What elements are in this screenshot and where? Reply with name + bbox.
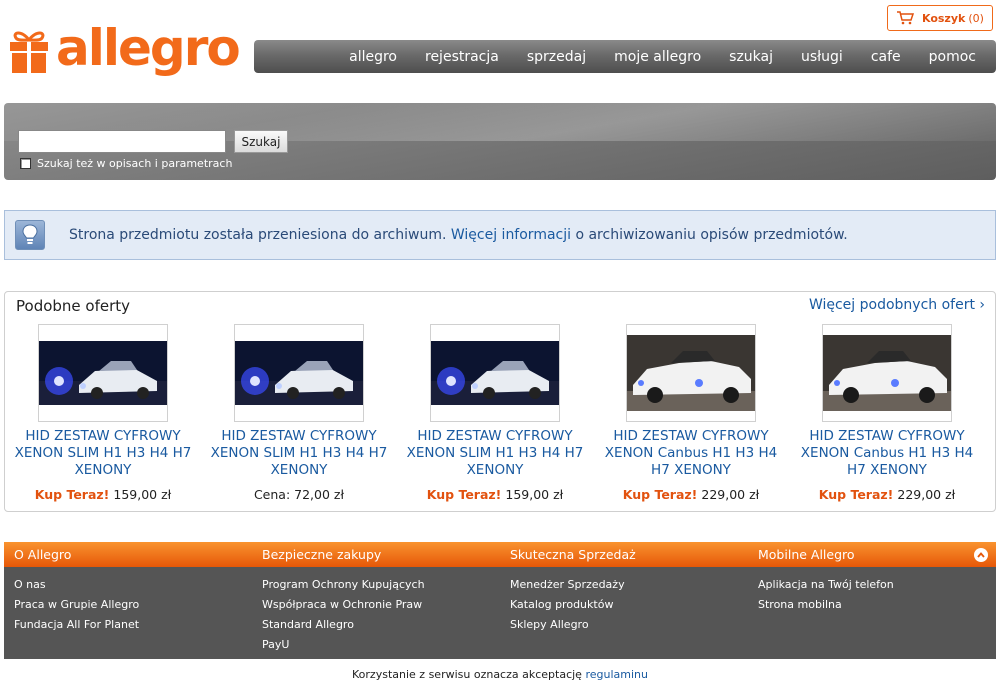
footer-column-skuteczna-sprzedaz: Menedżer Sprzedaży Katalog produktów Skl… [500,575,748,655]
cart-count: (0) [968,11,984,25]
search-bar: Szukaj Szukaj też w opisach i parametrac… [4,103,996,180]
offer-price: Kup Teraz! 159,00 zł [426,487,564,502]
nav-item-pomoc[interactable]: pomoc [929,49,976,65]
gift-icon [10,31,48,73]
search-input[interactable] [18,130,226,153]
collapse-footer-icon[interactable] [974,548,988,562]
offer-price: Kup Teraz! 229,00 zł [818,487,956,502]
archive-notice: Strona przedmiotu została przeniesiona d… [4,210,996,260]
search-button[interactable]: Szukaj [234,130,288,153]
footer-link[interactable]: Współpraca w Ochronie Praw [262,595,500,615]
search-descriptions-checkbox[interactable] [20,158,31,169]
more-info-link[interactable]: Więcej informacji [451,227,571,243]
offer-thumbnail[interactable] [234,324,364,422]
nav-item-cafe[interactable]: cafe [871,49,901,65]
offer-thumbnail[interactable] [38,324,168,422]
offer-title-link[interactable]: HID ZESTAW CYFROWY XENON SLIM H1 H3 H4 H… [209,428,389,479]
nav-item-uslugi[interactable]: usługi [801,49,843,65]
footer-column-mobilne-allegro: Aplikacja na Twój telefon Strona mobilna [748,575,996,655]
offer-title-link[interactable]: HID ZESTAW CYFROWY XENON Canbus H1 H3 H4… [797,428,977,479]
footer-link[interactable]: Fundacja All For Planet [14,615,252,635]
offer-thumbnail[interactable] [626,324,756,422]
logo[interactable]: allegro [8,23,241,74]
nav-item-moje-allegro[interactable]: moje allegro [614,49,701,65]
offer-item: HID ZESTAW CYFROWY XENON SLIM H1 H3 H4 H… [5,324,201,502]
footer-heading: Skuteczna Sprzedaż [510,547,636,562]
offer-item: HID ZESTAW CYFROWY XENON Canbus H1 H3 H4… [593,324,789,502]
more-similar-offers-link[interactable]: Więcej podobnych ofert › [809,297,985,313]
nav-item-rejestracja[interactable]: rejestracja [425,49,499,65]
footer-heading: Bezpieczne zakupy [262,547,382,562]
footer-column-o-allegro: O nas Praca w Grupie Allegro Fundacja Al… [4,575,252,655]
similar-offers: Podobne oferty Więcej podobnych ofert › … [4,291,996,512]
offer-price: Kup Teraz! 159,00 zł [34,487,172,502]
offer-item: HID ZESTAW CYFROWY XENON Canbus H1 H3 H4… [789,324,985,502]
offer-title-link[interactable]: HID ZESTAW CYFROWY XENON SLIM H1 H3 H4 H… [13,428,193,479]
header: Koszyk (0) allegro allegro rejestracja s… [0,0,1000,100]
nav-item-sprzedaj[interactable]: sprzedaj [527,49,586,65]
logo-text: allegro [56,19,241,77]
footer-link[interactable]: Aplikacja na Twój telefon [758,575,996,595]
terms-link[interactable]: regulaminu [585,668,648,681]
footer-link[interactable]: Standard Allegro [262,615,500,635]
main-nav: allegro rejestracja sprzedaj moje allegr… [254,40,996,73]
offer-item: HID ZESTAW CYFROWY XENON SLIM H1 H3 H4 H… [397,324,593,502]
offer-thumbnail[interactable] [822,324,952,422]
footer-link[interactable]: Program Ochrony Kupujących [262,575,500,595]
footer-link[interactable]: O nas [14,575,252,595]
lightbulb-icon [15,220,45,250]
footer-link[interactable]: Katalog produktów [510,595,748,615]
cart-button[interactable]: Koszyk (0) [887,5,993,31]
similar-offers-title: Podobne oferty [16,297,131,315]
offer-price: Cena: 72,00 zł [253,487,345,502]
footer-link[interactable]: Praca w Grupie Allegro [14,595,252,615]
footer-link[interactable]: Strona mobilna [758,595,996,615]
footer: O Allegro Bezpieczne zakupy Skuteczna Sp… [4,542,996,659]
search-descriptions-label: Szukaj też w opisach i parametrach [37,157,233,170]
cart-icon [897,11,914,25]
terms-notice: Korzystanie z serwisu oznacza akceptację… [352,668,648,681]
cart-label: Koszyk [922,11,966,25]
footer-header: O Allegro Bezpieczne zakupy Skuteczna Sp… [4,542,996,567]
footer-link[interactable]: Sklepy Allegro [510,615,748,635]
offer-thumbnail[interactable] [430,324,560,422]
offer-title-link[interactable]: HID ZESTAW CYFROWY XENON Canbus H1 H3 H4… [601,428,781,479]
footer-column-bezpieczne-zakupy: Program Ochrony Kupujących Współpraca w … [252,575,500,655]
footer-heading: O Allegro [14,547,72,562]
archive-notice-text: Strona przedmiotu została przeniesiona d… [69,227,848,243]
footer-columns: O nas Praca w Grupie Allegro Fundacja Al… [4,567,996,655]
footer-link[interactable]: PayU [262,635,500,655]
offers-list: HID ZESTAW CYFROWY XENON SLIM H1 H3 H4 H… [5,324,995,502]
search-descriptions-option[interactable]: Szukaj też w opisach i parametrach [20,157,232,170]
footer-link[interactable]: Menedżer Sprzedaży [510,575,748,595]
footer-heading: Mobilne Allegro [758,547,855,562]
nav-item-szukaj[interactable]: szukaj [729,49,773,65]
offer-price: Kup Teraz! 229,00 zł [622,487,760,502]
offer-title-link[interactable]: HID ZESTAW CYFROWY XENON SLIM H1 H3 H4 H… [405,428,585,479]
offer-item: HID ZESTAW CYFROWY XENON SLIM H1 H3 H4 H… [201,324,397,502]
nav-item-allegro[interactable]: allegro [349,49,397,65]
